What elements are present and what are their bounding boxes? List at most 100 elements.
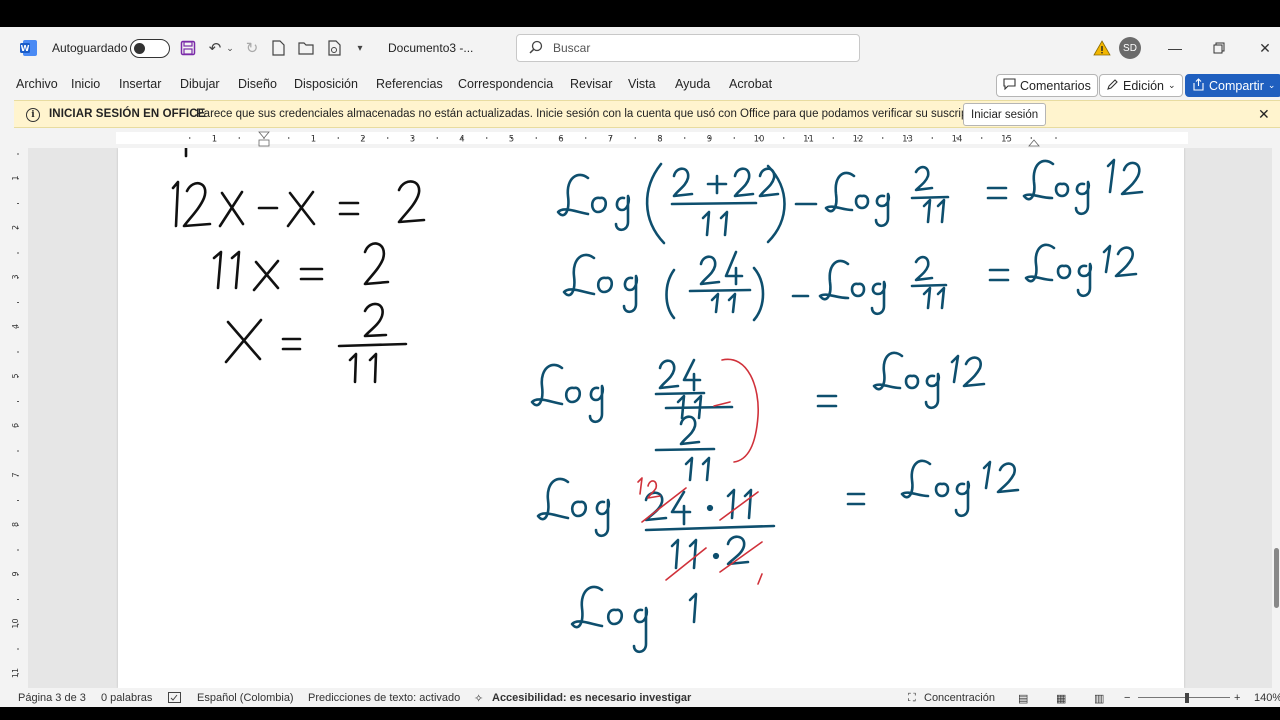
- close-icon[interactable]: ✕: [1258, 106, 1270, 123]
- editing-mode-button[interactable]: Edición ⌄: [1099, 74, 1183, 97]
- print-layout-icon[interactable]: ▦: [1056, 692, 1066, 705]
- signin-info-bar: i INICIAR SESIÓN EN OFFICE Parece que su…: [14, 100, 1280, 128]
- open-folder-icon[interactable]: [296, 38, 316, 58]
- search-placeholder: Buscar: [553, 41, 591, 55]
- ruler-label: 9: [707, 135, 712, 145]
- right-equations: [530, 158, 1144, 654]
- editing-label: Edición: [1123, 78, 1164, 93]
- tab-diseno[interactable]: Diseño: [238, 77, 277, 91]
- ruler-label: 3: [410, 135, 415, 145]
- comments-label: Comentarios: [1020, 78, 1091, 93]
- ruler-label: 1: [212, 135, 217, 145]
- status-bar: Página 3 de 3 0 palabras Español (Colomb…: [0, 688, 1280, 707]
- web-layout-icon[interactable]: ▥: [1094, 692, 1104, 705]
- tab-acrobat[interactable]: Acrobat: [729, 77, 772, 91]
- page-count[interactable]: Página 3 de 3: [18, 692, 86, 704]
- share-label: Compartir: [1209, 78, 1264, 93]
- search-box[interactable]: Buscar: [516, 34, 860, 62]
- svg-text:W: W: [21, 44, 30, 53]
- minimize-icon[interactable]: —: [1152, 27, 1198, 69]
- share-icon: [1192, 77, 1205, 94]
- word-window: W Autoguardado ↶ ⌄ ↻ ▾ Documento3 -... B…: [0, 27, 1280, 707]
- tab-insertar[interactable]: Insertar: [119, 77, 161, 91]
- tab-ayuda[interactable]: Ayuda: [675, 77, 710, 91]
- tab-archivo[interactable]: Archivo: [16, 77, 58, 91]
- read-mode-icon[interactable]: ▤: [1018, 692, 1028, 705]
- tab-revisar[interactable]: Revisar: [570, 77, 612, 91]
- autosave-label: Autoguardado: [52, 41, 128, 55]
- comments-button[interactable]: Comentarios: [996, 74, 1098, 97]
- ruler-label: 10: [754, 135, 765, 145]
- title-bar: W Autoguardado ↶ ⌄ ↻ ▾ Documento3 -... B…: [0, 27, 1280, 69]
- vruler-label: 4: [11, 324, 20, 329]
- document-page[interactable]: [118, 148, 1184, 688]
- zoom-level[interactable]: 140%: [1254, 692, 1280, 704]
- info-message: Parece que sus credenciales almacenadas …: [196, 108, 992, 120]
- tab-disposicion[interactable]: Disposición: [294, 77, 358, 91]
- tab-dibujar[interactable]: Dibujar: [180, 77, 220, 91]
- word-count[interactable]: 0 palabras: [101, 692, 152, 704]
- word-logo-icon: W: [20, 27, 38, 69]
- redo-icon[interactable]: ↻: [242, 38, 262, 58]
- save-icon[interactable]: [178, 38, 198, 58]
- tab-referencias[interactable]: Referencias: [376, 77, 443, 91]
- search-icon: [529, 40, 543, 57]
- vruler-label: 5: [11, 373, 20, 378]
- undo-dropdown-icon[interactable]: ⌄: [224, 38, 236, 58]
- ruler-label: 1: [311, 135, 316, 145]
- focus-icon: ⛶: [908, 692, 916, 704]
- vruler-label: 2: [11, 225, 20, 230]
- ruler-label: 8: [657, 135, 662, 145]
- accessibility-status[interactable]: Accesibilidad: es necesario investigar: [492, 692, 691, 704]
- focus-mode[interactable]: Concentración: [924, 692, 995, 704]
- warning-icon[interactable]: [1093, 39, 1111, 57]
- info-icon: i: [26, 108, 40, 122]
- autosave-toggle[interactable]: [130, 39, 170, 58]
- vruler-label: 1: [11, 175, 20, 180]
- customize-toolbar-icon[interactable]: ▾: [350, 38, 370, 58]
- chevron-down-icon: ⌄: [1168, 80, 1176, 90]
- vruler-label: 11: [11, 668, 20, 678]
- ruler-label: 4: [459, 135, 464, 145]
- vruler-label: 7: [11, 472, 20, 477]
- ruler-label: 5: [509, 135, 514, 145]
- vruler-label: 10: [11, 618, 20, 628]
- signin-button[interactable]: Iniciar sesión: [963, 103, 1047, 126]
- close-window-icon[interactable]: ✕: [1242, 27, 1280, 69]
- undo-icon[interactable]: ↶: [205, 38, 225, 58]
- ruler-label: 14: [952, 135, 963, 145]
- scrollbar-thumb[interactable]: [1274, 548, 1279, 608]
- tab-vista[interactable]: Vista: [628, 77, 656, 91]
- proofing-icon[interactable]: [168, 692, 181, 706]
- new-document-icon[interactable]: [268, 38, 288, 58]
- zoom-slider-thumb[interactable]: [1185, 693, 1189, 703]
- tab-inicio[interactable]: Inicio: [71, 77, 100, 91]
- ruler-label: 6: [558, 135, 563, 145]
- ruler-label: 13: [902, 135, 913, 145]
- pencil-icon: [1106, 78, 1119, 94]
- vruler-label: 8: [11, 522, 20, 527]
- zoom-slider[interactable]: [1138, 697, 1230, 698]
- comment-icon: [1003, 78, 1016, 93]
- tab-correspondencia[interactable]: Correspondencia: [458, 77, 553, 91]
- ribbon-tabs: Archivo Inicio Insertar Dibujar Diseño D…: [0, 69, 1280, 101]
- document-canvas[interactable]: [28, 148, 1272, 688]
- vertical-ruler[interactable]: 1 2 3 4 5 6 7 8 9 10 11: [10, 148, 26, 699]
- print-preview-icon[interactable]: [324, 38, 344, 58]
- user-avatar[interactable]: SD: [1119, 37, 1141, 59]
- accessibility-icon: ✧: [474, 693, 484, 705]
- restore-icon[interactable]: [1196, 27, 1242, 69]
- vruler-label: 9: [11, 571, 20, 576]
- language-indicator[interactable]: Español (Colombia): [197, 692, 294, 704]
- text-predictions[interactable]: Predicciones de texto: activado: [308, 692, 460, 704]
- ink-drawing: [171, 148, 1144, 654]
- info-title: INICIAR SESIÓN EN OFFICE: [49, 108, 206, 120]
- zoom-out-icon[interactable]: −: [1124, 692, 1130, 704]
- ruler-label: 15: [1001, 135, 1012, 145]
- share-button[interactable]: Compartir ⌄: [1185, 74, 1280, 97]
- vertical-scrollbar[interactable]: [1272, 148, 1280, 688]
- zoom-in-icon[interactable]: +: [1234, 692, 1240, 704]
- left-equations: [171, 148, 426, 384]
- horizontal-ruler[interactable]: 1 1 2 3 4 5 6 7 8 9 10 11 12 13 14 15: [0, 128, 1280, 148]
- ruler-label: 11: [803, 135, 814, 145]
